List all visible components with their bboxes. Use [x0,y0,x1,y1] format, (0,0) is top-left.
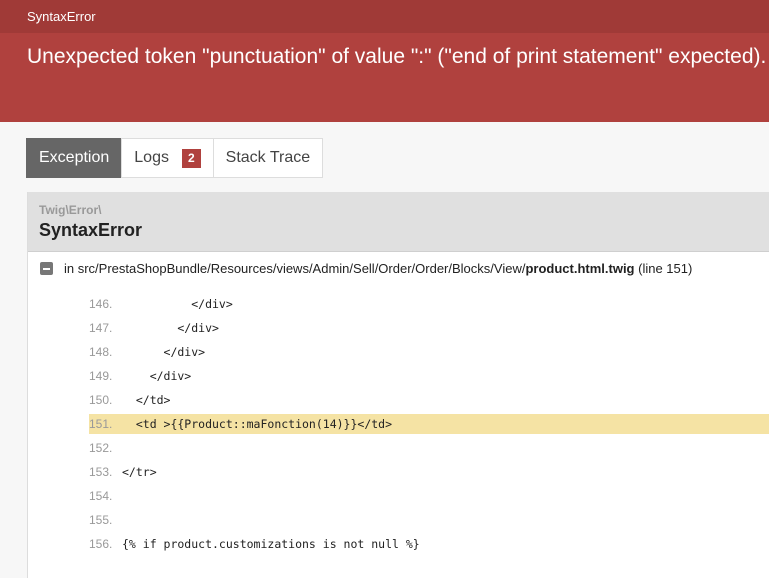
line-number: 149. [89,369,113,383]
collapse-icon[interactable] [40,262,53,275]
code-line-highlighted: 151. <td >{{Product::maFonction(14)}}</t… [89,414,769,434]
code-line: 147. </div> [89,316,769,340]
tab-logs-label: Logs [134,149,169,166]
line-number: 152. [89,441,113,455]
error-header: SyntaxError Unexpected token "punctuatio… [0,0,769,122]
trace-location: in src/PrestaShopBundle/Resources/views/… [40,261,692,276]
line-source: </div> [122,297,233,311]
code-line: 153. </tr> [89,460,769,484]
tab-exception[interactable]: Exception [26,138,123,178]
tab-logs[interactable]: Logs 2 [121,138,214,178]
code-excerpt: 146. </div> 147. </div> 148. </div> 149.… [89,292,769,556]
trace-file: product.html.twig [525,261,635,276]
line-source: </div> [122,321,219,335]
header-exception-class: SyntaxError [27,9,96,24]
line-number: 150. [89,393,113,407]
exception-panel-header: Twig\Error\ SyntaxError [28,192,769,252]
tab-stack-trace-label: Stack Trace [225,149,311,166]
trace-line-number: (line 151) [638,261,693,276]
trace-path: in src/PrestaShopBundle/Resources/views/… [64,261,526,276]
line-source: </tr> [122,465,157,479]
error-header-bar: SyntaxError [0,0,769,33]
code-line: 152. [89,436,769,460]
line-number: 155. [89,513,113,527]
exception-panel: Twig\Error\ SyntaxError in src/PrestaSho… [27,192,769,578]
tab-exception-label: Exception [39,149,110,166]
line-source: </div> [122,369,192,383]
line-source: </td> [122,393,171,407]
code-line: 148. </div> [89,340,769,364]
code-line: 149. </div> [89,364,769,388]
line-source: <td >{{Product::maFonction(14)}}</td> [122,417,393,431]
code-line: 154. [89,484,769,508]
line-source: {% if product.customizations is not null… [122,537,420,551]
code-line: 146. </div> [89,292,769,316]
logs-count-badge: 2 [181,148,201,168]
line-number: 147. [89,321,113,335]
code-line: 156. {% if product.customizations is not … [89,532,769,556]
line-number: 146. [89,297,113,311]
exception-message: Unexpected token "punctuation" of value … [27,45,767,68]
line-number: 148. [89,345,113,359]
exception-class-name: SyntaxError [39,220,143,240]
code-line: 155. [89,508,769,532]
exception-namespace: Twig\Error\ [39,203,102,217]
line-number: 153. [89,465,113,479]
tab-stack-trace[interactable]: Stack Trace [212,138,324,178]
tab-bar: Exception Logs 2 Stack Trace [26,138,324,178]
line-number: 151. [89,417,113,431]
line-number: 154. [89,489,113,503]
line-source: </div> [122,345,206,359]
code-line: 150. </td> [89,388,769,412]
line-number: 156. [89,537,113,551]
